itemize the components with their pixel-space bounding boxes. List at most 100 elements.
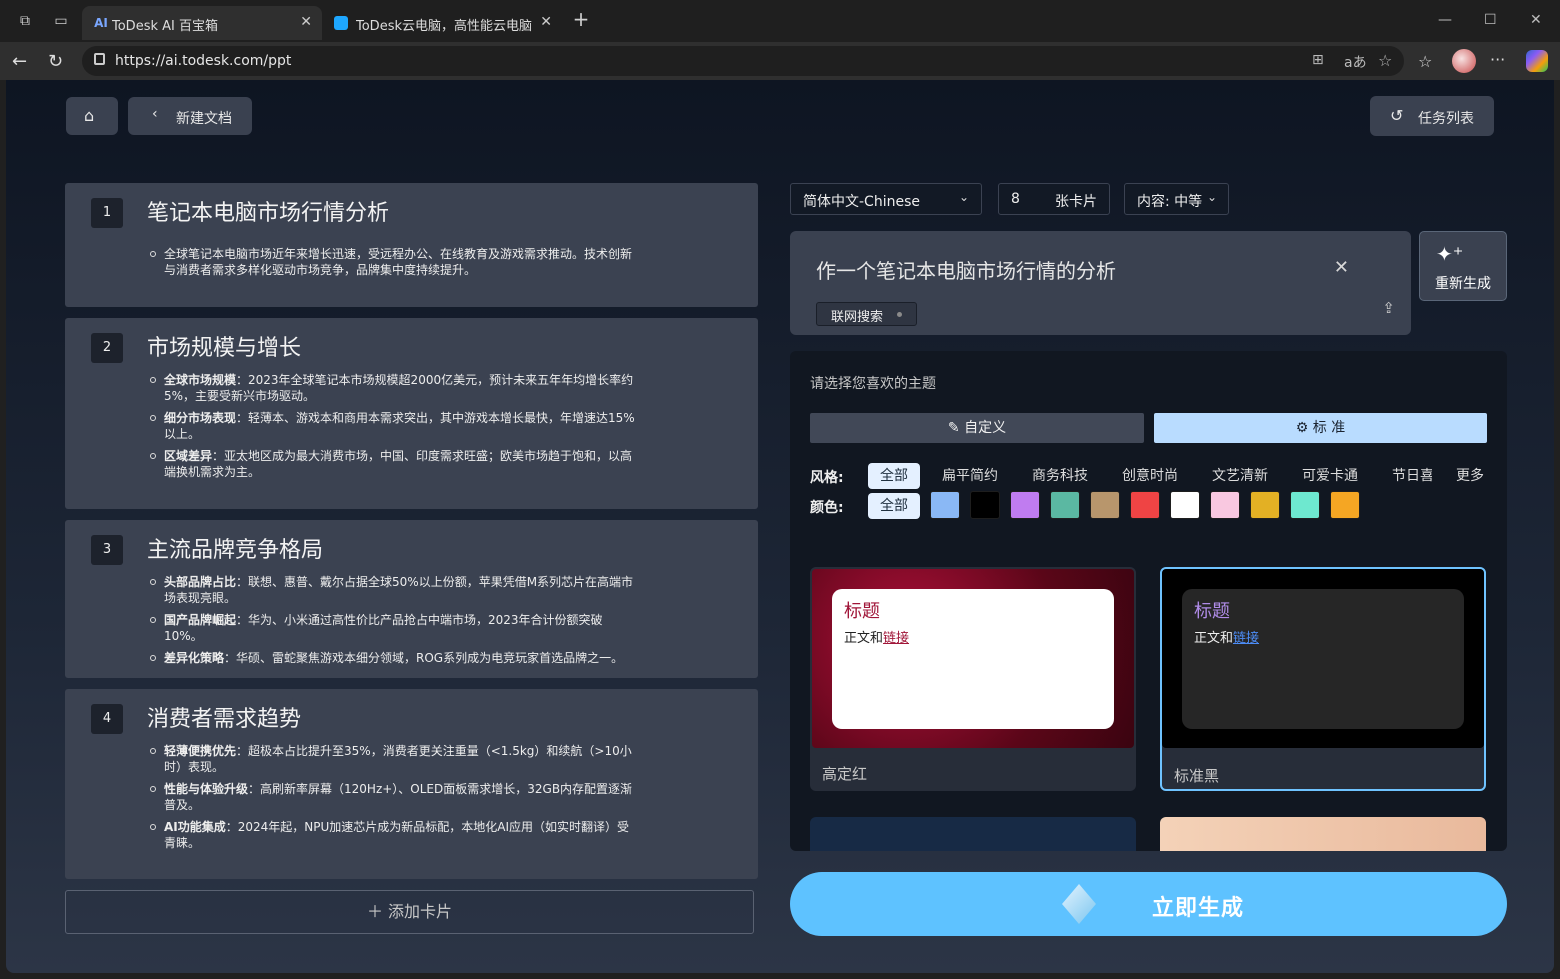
language-select[interactable]: 简体中文-Chinese ⌄ [790,183,982,215]
task-list-button[interactable]: ↺ 任务列表 [1370,96,1494,136]
style-chip[interactable]: 节日喜庆 [1392,463,1432,489]
bullet-item[interactable]: 细分市场表现：轻薄本、游戏本和商用本需求突出，其中游戏本增长最快，年增速达15%… [150,410,639,442]
color-swatch[interactable] [1130,491,1160,519]
close-tab-icon[interactable]: ✕ [540,14,552,30]
color-swatch[interactable] [1170,491,1200,519]
theme-card-black[interactable]: 标题 正文和链接 标准黑 [1160,567,1486,791]
color-chip-all[interactable]: 全部 [868,493,920,519]
bullet-item[interactable]: 全球市场规模：2023年全球笔记本市场规模超2000亿美元，预计未来五年年均增长… [150,372,639,404]
address-bar[interactable]: https://ai.todesk.com/ppt ⊞ aあ ☆ [82,46,1404,76]
bullet-item[interactable]: 区域差异：亚太地区成为最大消费市场，中国、印度需求旺盛；欧美市场趋于饱和，以高端… [150,448,639,480]
bullet-item[interactable]: AI功能集成：2024年起，NPU加速芯片成为新品标配，本地化AI应用（如实时翻… [150,819,639,851]
theme-card-red[interactable]: 标题 正文和链接 高定红 [810,567,1136,791]
read-aloud-icon[interactable]: aあ [1344,52,1367,72]
color-swatch[interactable] [970,491,1000,519]
close-tab-icon[interactable]: ✕ [300,14,312,30]
prompt-box[interactable]: 作一个笔记本电脑市场行情的分析 ✕ 联网搜索 ⇪ [790,231,1411,335]
page-content: ⌂ ‹ 新建文档 ↺ 任务列表 1 笔记本电脑市场行情分析 全球笔记本电脑市场近… [6,80,1554,973]
prompt-text[interactable]: 作一个笔记本电脑市场行情的分析 [816,255,1116,284]
card-count-value: 8 [1011,191,1020,207]
outline-card-3[interactable]: 3 主流品牌竞争格局 头部品牌占比：联想、惠普、戴尔占据全球50%以上份额，苹果… [65,520,758,678]
theme-name: 标准黑 [1174,767,1220,785]
color-swatch[interactable] [1330,491,1360,519]
bullet-item[interactable]: 头部品牌占比：联想、惠普、戴尔占据全球50%以上份额，苹果凭借M系列芯片在高端市… [150,574,639,606]
bullet-item[interactable]: 性能与体验升级：高刷新率屏幕（120Hz+）、OLED面板需求增长，32GB内存… [150,781,639,813]
card-bullets: 头部品牌占比：联想、惠普、戴尔占据全球50%以上份额，苹果凭借M系列芯片在高端市… [147,574,639,672]
new-tab-icon[interactable]: + [572,9,590,29]
style-chip[interactable]: 商务科技 [1032,463,1088,489]
card-title[interactable]: 消费者需求趋势 [147,701,301,733]
tab-actions-icon[interactable]: ▭ [52,12,70,30]
outline-card-4[interactable]: 4 消费者需求趋势 轻薄便携优先：超极本占比提升至35%，消费者更关注重量（<1… [65,689,758,879]
theme-card-blue[interactable] [810,817,1136,851]
url-text[interactable]: https://ai.todesk.com/ppt [115,53,291,69]
outline-card-2[interactable]: 2 市场规模与增长 全球市场规模：2023年全球笔记本市场规模超2000亿美元，… [65,318,758,509]
custom-theme-tab[interactable]: ✎ 自定义 [810,413,1144,443]
theme-preview-slide: 标题 正文和链接 [832,589,1114,729]
maximize-icon[interactable]: ☐ [1484,12,1497,28]
outline-card-1[interactable]: 1 笔记本电脑市场行情分析 全球笔记本电脑市场近年来增长迅速，受远程办公、在线教… [65,183,758,307]
web-search-label: 联网搜索 [831,310,884,325]
standard-theme-tab[interactable]: ⚙ 标 准 [1154,413,1487,443]
split-screen-icon[interactable]: ⊞ [1312,52,1324,68]
style-chip[interactable]: 扁平简约 [942,463,998,489]
regenerate-label: 重新生成 [1435,276,1491,292]
workspaces-icon[interactable]: ⧉ [16,12,34,30]
lock-icon [94,53,105,65]
color-swatch[interactable] [1210,491,1240,519]
style-chip[interactable]: 文艺清新 [1212,463,1268,489]
tab-todesk-ai[interactable]: AI ToDesk AI 百宝箱 ✕ [82,6,322,40]
color-swatch[interactable] [930,491,960,519]
favorite-icon[interactable]: ☆ [1378,51,1392,70]
sparkles-icon: ✦⁺ [1436,242,1464,266]
bullet-item[interactable]: 全球笔记本电脑市场近年来增长迅速，受远程办公、在线教育及游戏需求推动。技术创新与… [150,246,639,278]
language-value: 简体中文-Chinese [803,194,920,210]
color-swatch[interactable] [1090,491,1120,519]
theme-card-peach[interactable] [1160,817,1486,851]
bullet-item[interactable]: 轻薄便携优先：超极本占比提升至35%，消费者更关注重量（<1.5kg）和续航（>… [150,743,639,775]
content-level-select[interactable]: 内容: 中等 ⌄ [1124,183,1229,215]
new-document-label: 新建文档 [176,111,232,127]
address-bar-row: ← ↻ https://ai.todesk.com/ppt ⊞ aあ ☆ ☆ ·… [0,42,1560,80]
color-swatch[interactable] [1250,491,1280,519]
task-list-label: 任务列表 [1418,111,1474,127]
reload-icon[interactable]: ↻ [48,51,63,72]
color-swatch[interactable] [1290,491,1320,519]
card-count-input[interactable]: 8 张卡片 [998,183,1110,215]
new-document-button[interactable]: ‹ 新建文档 [128,97,252,135]
theme-name: 高定红 [822,765,868,783]
add-card-button[interactable]: ＋ 添加卡片 [65,890,754,934]
home-button[interactable]: ⌂ [66,97,118,135]
clear-prompt-icon[interactable]: ✕ [1334,257,1349,278]
generate-button[interactable]: 立即生成 [790,872,1507,936]
preview-heading: 标题 [1194,601,1230,622]
card-title[interactable]: 主流品牌竞争格局 [147,532,323,564]
favorites-icon[interactable]: ☆ [1418,52,1432,71]
regenerate-button[interactable]: ✦⁺ 重新生成 [1419,231,1507,301]
back-icon[interactable]: ← [12,51,27,72]
more-styles-button[interactable]: 更多 [1456,463,1484,489]
diamond-icon [1062,884,1096,924]
minimize-icon[interactable]: — [1438,12,1452,28]
card-number: 4 [91,704,123,734]
bullet-item[interactable]: 国产品牌崛起：华为、小米通过高性价比产品抢占中端市场，2023年合计份额突破10… [150,612,639,644]
copilot-icon[interactable] [1526,50,1548,72]
avatar[interactable] [1452,49,1476,73]
preview-heading: 标题 [844,601,880,622]
toggle-dot-icon [897,312,902,317]
style-chip[interactable]: 可爱卡通 [1302,463,1358,489]
chevron-down-icon: ⌄ [1207,190,1218,204]
tab-todesk-cloud[interactable]: ToDesk云电脑，高性能云电脑，云 ✕ [322,6,562,40]
style-chip[interactable]: 创意时尚 [1122,463,1178,489]
bullet-item[interactable]: 差异化策略：华硕、雷蛇聚焦游戏本细分领域，ROG系列成为电竞玩家首选品牌之一。 [150,650,639,666]
close-window-icon[interactable]: ✕ [1530,12,1542,28]
card-number: 3 [91,535,123,565]
color-swatch[interactable] [1010,491,1040,519]
card-title[interactable]: 市场规模与增长 [147,330,301,362]
web-search-toggle[interactable]: 联网搜索 [816,302,917,326]
menu-icon[interactable]: ··· [1490,50,1505,69]
style-chip[interactable]: 全部 [868,463,920,489]
share-icon[interactable]: ⇪ [1382,299,1395,317]
card-title[interactable]: 笔记本电脑市场行情分析 [147,195,389,227]
color-swatch[interactable] [1050,491,1080,519]
